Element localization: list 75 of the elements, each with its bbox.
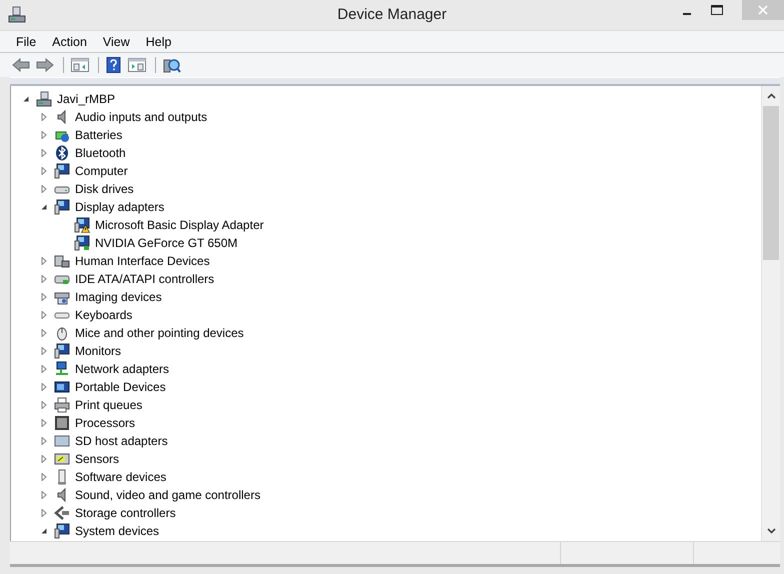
- tree-item[interactable]: Portable Devices: [74, 380, 167, 394]
- tree-item[interactable]: System devices: [74, 524, 160, 538]
- device-icon: [54, 379, 70, 395]
- network-icon: [54, 361, 70, 377]
- monitor-icon: [54, 199, 70, 215]
- scroll-up-icon[interactable]: [766, 93, 776, 99]
- computer-icon: [8, 6, 26, 24]
- menu-item[interactable]: Action: [44, 32, 95, 52]
- tree-item[interactable]: Display adapters: [74, 200, 166, 214]
- sensor-icon: [54, 451, 70, 467]
- scrollbar[interactable]: [761, 86, 780, 541]
- tree-item[interactable]: Bluetooth: [74, 146, 127, 160]
- tree-item[interactable]: Human Interface Devices: [74, 254, 211, 268]
- expand-arrow-icon[interactable]: [40, 437, 48, 445]
- collapse-arrow-icon[interactable]: [40, 203, 48, 211]
- tree-item[interactable]: Microsoft Basic Display Adapter: [94, 218, 265, 232]
- tree-item[interactable]: Imaging devices: [74, 290, 163, 304]
- window-title: Device Manager: [337, 6, 447, 23]
- tree-item[interactable]: IDE ATA/ATAPI controllers: [74, 272, 216, 286]
- expand-arrow-icon[interactable]: [40, 347, 48, 355]
- scroll-down-icon[interactable]: [766, 528, 776, 534]
- printer-icon: [54, 397, 70, 413]
- expand-arrow-icon[interactable]: [40, 329, 48, 337]
- connector-icon: [54, 505, 70, 521]
- collapse-arrow-icon[interactable]: [22, 95, 30, 103]
- monitor-icon: [54, 343, 70, 359]
- expand-arrow-icon[interactable]: [40, 509, 48, 517]
- monitor-icon: [54, 523, 70, 539]
- tree-item[interactable]: Processors: [74, 416, 136, 430]
- tree-item[interactable]: SD host adapters: [74, 434, 169, 448]
- expand-arrow-icon[interactable]: [40, 401, 48, 409]
- expand-arrow-icon[interactable]: [40, 383, 48, 391]
- scroll-thumb[interactable]: [763, 106, 779, 260]
- expand-arrow-icon[interactable]: [40, 113, 48, 121]
- tree-item[interactable]: NVIDIA GeForce GT 650M: [94, 236, 238, 250]
- expand-arrow-icon[interactable]: [40, 365, 48, 373]
- menu-item[interactable]: File: [8, 32, 44, 52]
- bluetooth-icon: [54, 145, 70, 161]
- expand-arrow-icon[interactable]: [40, 473, 48, 481]
- tree-item[interactable]: Mice and other pointing devices: [74, 326, 245, 340]
- tree-item[interactable]: Sensors: [74, 452, 120, 466]
- card-icon: [54, 433, 70, 449]
- tree-item[interactable]: Batteries: [74, 128, 124, 142]
- expand-arrow-icon[interactable]: [40, 275, 48, 283]
- tree-item[interactable]: Network adapters: [74, 362, 170, 376]
- tree-item[interactable]: Storage controllers: [74, 506, 177, 520]
- expand-arrow-icon[interactable]: [40, 257, 48, 265]
- expand-arrow-icon[interactable]: [40, 167, 48, 175]
- expand-arrow-icon[interactable]: [40, 185, 48, 193]
- expand-arrow-icon[interactable]: [40, 455, 48, 463]
- menu-item[interactable]: Help: [138, 32, 180, 52]
- maximize-icon: [711, 5, 723, 15]
- expand-arrow-icon[interactable]: [40, 293, 48, 301]
- tree-item[interactable]: Audio inputs and outputs: [74, 110, 208, 124]
- expand-arrow-icon[interactable]: [40, 131, 48, 139]
- tree-item[interactable]: Computer: [74, 164, 129, 178]
- tree-item[interactable]: Sound, video and game controllers: [74, 488, 262, 502]
- tree-item[interactable]: Keyboards: [74, 308, 134, 322]
- expand-arrow-icon[interactable]: [40, 419, 48, 427]
- monitor-icon: [54, 163, 70, 179]
- minimize-icon: [683, 13, 691, 15]
- expand-arrow-icon[interactable]: [40, 491, 48, 499]
- tree-item[interactable]: Javi_rMBP: [56, 92, 116, 106]
- computer-icon: [36, 91, 52, 107]
- tree-item[interactable]: Monitors: [74, 344, 122, 358]
- close-icon: [758, 5, 768, 15]
- tree-item[interactable]: Print queues: [74, 398, 144, 412]
- mouse-icon: [54, 325, 70, 341]
- tree-item[interactable]: Software devices: [74, 470, 168, 484]
- collapse-arrow-icon[interactable]: [40, 527, 48, 535]
- expand-arrow-icon[interactable]: [40, 149, 48, 157]
- chip-icon: [54, 415, 70, 431]
- expand-arrow-icon[interactable]: [40, 311, 48, 319]
- tree-item[interactable]: Disk drives: [74, 182, 135, 196]
- menu-item[interactable]: View: [94, 32, 138, 52]
